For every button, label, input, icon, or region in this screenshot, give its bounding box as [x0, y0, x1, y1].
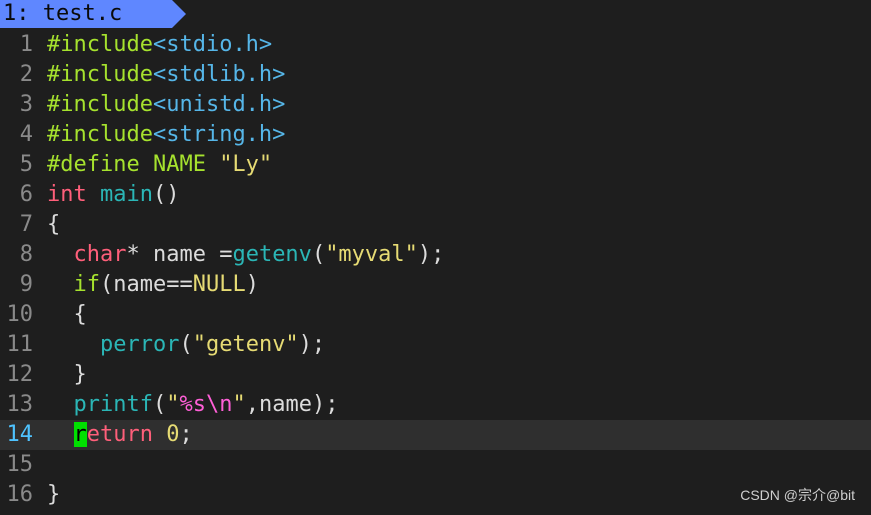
- line-number: 3: [19, 92, 33, 117]
- code-line[interactable]: 15: [0, 450, 871, 480]
- line-number: 15: [6, 452, 34, 477]
- line-code: }: [47, 360, 87, 390]
- code-token: (: [311, 242, 326, 267]
- watermark: CSDN @宗介@bit: [740, 487, 855, 503]
- line-number: 9: [19, 272, 33, 297]
- code-token: (: [152, 392, 167, 417]
- code-line[interactable]: 4 #include<string.h>: [0, 120, 871, 150]
- line-code: perror("getenv");: [47, 330, 325, 360]
- code-token: ): [245, 272, 259, 297]
- line-number: 11: [6, 332, 34, 357]
- code-token: #include: [47, 62, 153, 87]
- line-code: #include<string.h>: [47, 120, 285, 150]
- code-line[interactable]: 13 printf("%s\n",name);: [0, 390, 871, 420]
- code-token: "getenv": [192, 332, 299, 357]
- code-line[interactable]: 1 #include<stdio.h>: [0, 30, 871, 60]
- code-token: (): [152, 182, 180, 207]
- code-token: <stdlib.h>: [152, 62, 286, 87]
- line-code: #include<stdio.h>: [47, 30, 272, 60]
- code-token: printf: [73, 392, 153, 417]
- code-line[interactable]: 10 {: [0, 300, 871, 330]
- code-token: );: [298, 332, 326, 357]
- line-code: #define NAME "Ly": [47, 150, 272, 180]
- code-token: if: [73, 272, 101, 297]
- line-number: 8: [19, 242, 33, 267]
- code-line[interactable]: 7{: [0, 210, 871, 240]
- code-token: eturn: [86, 422, 153, 447]
- code-token: <stdio.h>: [152, 32, 273, 57]
- line-code: int main(): [47, 180, 179, 210]
- code-line[interactable]: 5 #define NAME "Ly": [0, 150, 871, 180]
- line-code: if(name==NULL): [47, 270, 259, 300]
- code-token: #include: [47, 122, 153, 147]
- code-token: }: [47, 482, 61, 507]
- text-cursor: r: [73, 422, 87, 447]
- code-token: {: [47, 302, 87, 327]
- line-number: 10: [6, 302, 34, 327]
- line-number: 16: [6, 482, 34, 507]
- line-number: 13: [6, 392, 34, 417]
- code-token: (name==: [100, 272, 193, 297]
- tab-test-c[interactable]: 1: test.c: [0, 0, 186, 28]
- line-number: 14: [6, 422, 34, 447]
- code-token: %s\n: [179, 392, 233, 417]
- line-code: #include<unistd.h>: [47, 90, 285, 120]
- line-number: 5: [19, 152, 33, 177]
- code-token: #include: [47, 92, 153, 117]
- line-code: #include<stdlib.h>: [47, 60, 285, 90]
- line-code: }: [47, 480, 60, 510]
- code-line[interactable]: 2 #include<stdlib.h>: [0, 60, 871, 90]
- code-token: ,name);: [245, 392, 339, 417]
- code-token: ;: [179, 422, 193, 447]
- code-token: "Ly": [219, 152, 273, 177]
- line-number: 1: [19, 32, 33, 57]
- code-token: {: [47, 212, 61, 237]
- code-token: char: [73, 242, 127, 267]
- line-code: char* name =getenv("myval");: [47, 240, 445, 270]
- tab-bar: 1: test.c: [0, 0, 871, 30]
- code-token: ": [166, 392, 180, 417]
- line-code: {: [47, 300, 87, 330]
- line-number: 4: [19, 122, 33, 147]
- line-code: return 0;: [47, 420, 193, 450]
- line-code: {: [47, 210, 60, 240]
- code-token: getenv: [232, 242, 312, 267]
- code-token: );: [417, 242, 445, 267]
- line-number: 6: [19, 182, 33, 207]
- code-token: (: [179, 332, 193, 357]
- code-line[interactable]: 12 }: [0, 360, 871, 390]
- code-token: "myval": [325, 242, 418, 267]
- code-line[interactable]: 9 if(name==NULL): [0, 270, 871, 300]
- code-editor[interactable]: 1 #include<stdio.h> 2 #include<stdlib.h> 3 #i…: [0, 30, 871, 510]
- code-line-current[interactable]: 14 return 0;: [0, 420, 871, 450]
- line-number: 2: [19, 62, 33, 87]
- code-token: }: [47, 362, 87, 387]
- code-line[interactable]: 6 int main(): [0, 180, 871, 210]
- code-token: ": [232, 392, 246, 417]
- code-line[interactable]: 8 char* name =getenv("myval");: [0, 240, 871, 270]
- code-token: int: [47, 182, 87, 207]
- code-token: main: [100, 182, 153, 207]
- line-number: 12: [6, 362, 34, 387]
- code-token: <string.h>: [152, 122, 286, 147]
- line-number: 7: [19, 212, 33, 237]
- code-token: <unistd.h>: [152, 92, 286, 117]
- code-token: perror: [99, 332, 180, 357]
- code-token: 0: [166, 422, 180, 447]
- code-token: * name =: [126, 242, 233, 267]
- code-token: #include: [47, 32, 153, 57]
- code-token: NULL: [192, 272, 246, 297]
- line-code: printf("%s\n",name);: [47, 390, 339, 420]
- code-line[interactable]: 3 #include<unistd.h>: [0, 90, 871, 120]
- code-token: #define NAME: [47, 152, 220, 177]
- code-line[interactable]: 11 perror("getenv");: [0, 330, 871, 360]
